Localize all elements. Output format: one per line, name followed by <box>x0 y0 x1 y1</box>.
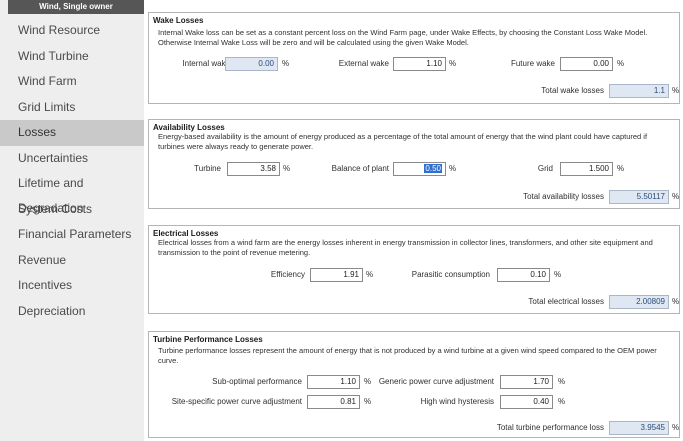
total-turbine-performance-label: Total turbine performance loss <box>496 423 604 432</box>
sidebar-item-losses[interactable]: Losses <box>0 120 144 146</box>
availability-losses-title: Availability Losses <box>153 123 225 132</box>
wake-losses-title: Wake Losses <box>153 16 204 25</box>
external-wake-unit: % <box>449 59 457 68</box>
sidebar: Wind, Single owner Wind Resource Wind Tu… <box>0 0 144 441</box>
total-availability-field: 5.50117 <box>609 190 669 204</box>
electrical-losses-panel: Electrical Losses Electrical losses from… <box>148 225 680 314</box>
parasitic-consumption-label: Parasitic consumption <box>411 270 490 279</box>
parasitic-consumption-unit: % <box>554 270 562 279</box>
sidebar-item-lifetime-degradation[interactable]: Lifetime and Degradation <box>0 171 144 215</box>
future-wake-unit: % <box>617 59 625 68</box>
sidebar-item-wind-turbine[interactable]: Wind Turbine <box>0 44 144 70</box>
configuration-header: Wind, Single owner <box>8 0 144 14</box>
electrical-losses-description: Electrical losses from a wind farm are t… <box>158 238 653 257</box>
internal-wake-unit: % <box>282 59 290 68</box>
total-wake-label: Total wake losses <box>541 86 604 95</box>
efficiency-unit: % <box>366 270 374 279</box>
parasitic-consumption-input[interactable]: 0.10 <box>497 268 550 282</box>
turbine-availability-input[interactable]: 3.58 <box>227 162 280 176</box>
site-specific-power-curve-unit: % <box>364 397 372 406</box>
sidebar-item-grid-limits[interactable]: Grid Limits <box>0 95 144 121</box>
wake-losses-description: Internal Wake loss can be set as a const… <box>158 28 648 47</box>
total-availability-label: Total availability losses <box>523 192 604 201</box>
turbine-performance-description: Turbine performance losses represent the… <box>158 346 657 365</box>
grid-availability-label: Grid <box>537 164 553 173</box>
total-availability-unit: % <box>672 192 680 201</box>
availability-losses-description: Energy-based availability is the amount … <box>158 132 648 151</box>
balance-of-plant-selected-text: 0.50 <box>424 164 442 173</box>
total-turbine-performance-field: 3.9545 <box>609 421 669 435</box>
grid-availability-input[interactable]: 1.500 <box>560 162 613 176</box>
site-specific-power-curve-label: Site-specific power curve adjustment <box>171 397 302 406</box>
total-turbine-performance-unit: % <box>672 423 680 432</box>
generic-power-curve-input[interactable]: 1.70 <box>500 375 553 389</box>
suboptimal-performance-label: Sub-optimal performance <box>212 377 302 386</box>
internal-wake-label: Internal wake <box>182 59 230 68</box>
sidebar-item-uncertainties[interactable]: Uncertainties <box>0 146 144 172</box>
turbine-availability-unit: % <box>283 164 291 173</box>
sidebar-item-incentives[interactable]: Incentives <box>0 273 144 299</box>
balance-of-plant-label: Balance of plant <box>331 164 389 173</box>
total-electrical-unit: % <box>672 297 680 306</box>
high-wind-hysteresis-label: High wind hysteresis <box>420 397 494 406</box>
grid-availability-unit: % <box>617 164 625 173</box>
balance-of-plant-input[interactable]: 0.50 <box>393 162 446 176</box>
total-electrical-label: Total electrical losses <box>528 297 604 306</box>
efficiency-input[interactable]: 1.91 <box>310 268 363 282</box>
generic-power-curve-unit: % <box>558 377 566 386</box>
efficiency-label: Efficiency <box>270 270 305 279</box>
total-wake-field: 1.1 <box>609 84 669 98</box>
site-specific-power-curve-input[interactable]: 0.81 <box>307 395 360 409</box>
future-wake-input[interactable]: 0.00 <box>560 57 613 71</box>
internal-wake-field: 0.00 <box>225 57 278 71</box>
availability-losses-panel: Availability Losses Energy-based availab… <box>148 119 680 209</box>
sidebar-item-revenue[interactable]: Revenue <box>0 248 144 274</box>
turbine-availability-label: Turbine <box>194 164 221 173</box>
sidebar-item-financial-parameters[interactable]: Financial Parameters <box>0 222 144 248</box>
electrical-losses-title: Electrical Losses <box>153 229 219 238</box>
total-wake-unit: % <box>672 86 680 95</box>
main-content: Wake Losses Internal Wake loss can be se… <box>146 0 683 441</box>
balance-of-plant-unit: % <box>449 164 457 173</box>
sidebar-item-wind-farm[interactable]: Wind Farm <box>0 69 144 95</box>
high-wind-hysteresis-input[interactable]: 0.40 <box>500 395 553 409</box>
external-wake-label: External wake <box>338 59 389 68</box>
external-wake-input[interactable]: 1.10 <box>393 57 446 71</box>
suboptimal-performance-unit: % <box>364 377 372 386</box>
wake-losses-panel: Wake Losses Internal Wake loss can be se… <box>148 12 680 104</box>
turbine-performance-panel: Turbine Performance Losses Turbine perfo… <box>148 331 680 438</box>
turbine-performance-title: Turbine Performance Losses <box>153 335 263 344</box>
sidebar-item-depreciation[interactable]: Depreciation <box>0 299 144 325</box>
sidebar-item-wind-resource[interactable]: Wind Resource <box>0 18 144 44</box>
high-wind-hysteresis-unit: % <box>558 397 566 406</box>
sidebar-item-system-costs[interactable]: System Costs <box>0 197 144 223</box>
total-electrical-field: 2.00809 <box>609 295 669 309</box>
generic-power-curve-label: Generic power curve adjustment <box>378 377 494 386</box>
sidebar-nav: Wind Resource Wind Turbine Wind Farm Gri… <box>0 18 144 324</box>
suboptimal-performance-input[interactable]: 1.10 <box>307 375 360 389</box>
future-wake-label: Future wake <box>510 59 555 68</box>
